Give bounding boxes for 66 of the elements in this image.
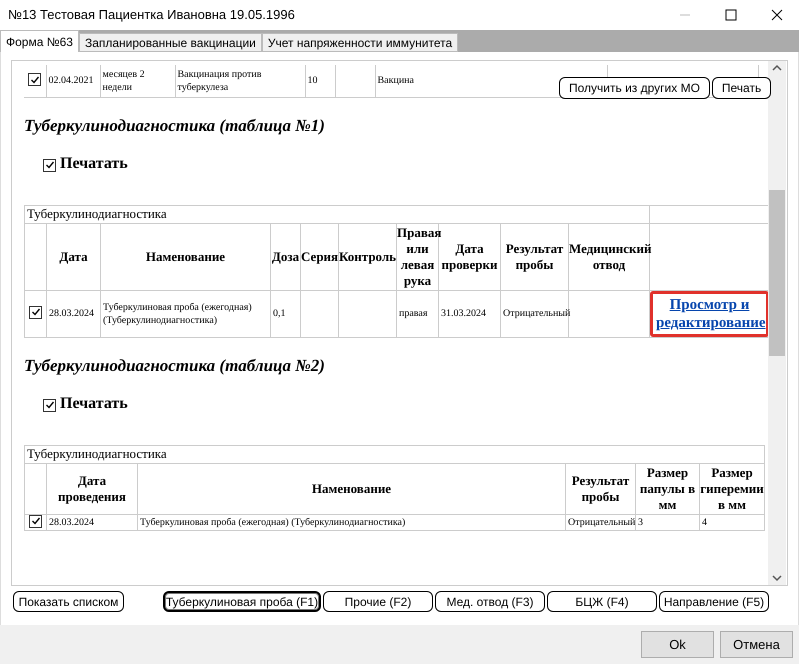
column-header: Размер гиперемии в мм (700, 464, 764, 512)
filter-button[interactable]: Показать списком (13, 591, 124, 612)
column-header: Размер папулы в мм (640, 464, 696, 512)
column-header: Доза (272, 248, 300, 264)
checkbox[interactable] (29, 306, 42, 319)
column-header: Медицинский отвод (569, 240, 652, 272)
column-header: Дата (59, 248, 88, 264)
view-edit-link[interactable]: Просмотр и редактирование (650, 290, 768, 336)
column-header: Результат пробы (572, 472, 630, 504)
column-header: Контроль (339, 248, 396, 264)
table-cell: 28.03.2024 (49, 516, 94, 528)
table-cell: 3 (638, 516, 643, 528)
section-heading: Туберкулинодиагностика (таблица №2) (24, 356, 325, 376)
table-caption: Туберкулинодиагностика (27, 446, 167, 460)
table-cell: Туберкулиновая проба (ежегодная) (Туберкулинодиагностика) (140, 516, 406, 528)
column-header: Наменование (146, 248, 226, 264)
table-cell: Вакцина (378, 75, 414, 86)
filter-button[interactable]: БЦЖ (F4) (547, 591, 657, 612)
column-header: Дата проверки (442, 240, 498, 272)
table-cell: правая (399, 308, 428, 319)
table-caption: Туберкулинодиагностика (27, 206, 167, 220)
checkbox[interactable] (43, 398, 56, 412)
tab[interactable]: Учет напряженности иммунитета (262, 33, 458, 52)
print-label: Печатать (60, 156, 128, 172)
column-header: Серия (301, 248, 338, 264)
table-cell: Вакцинация против туберкулеза (178, 68, 262, 93)
column-header: Наменование (312, 480, 392, 496)
filter-button[interactable]: Направление (F5) (659, 591, 769, 612)
tab[interactable]: Запланированные вакцинации (78, 33, 262, 52)
overlay-button[interactable]: Получить из других МО (559, 77, 710, 99)
table-cell: 0,1 (273, 308, 286, 319)
table-cell: 28.03.2024 (49, 308, 94, 319)
checkmark-icon (30, 307, 40, 318)
checkmark-icon (44, 400, 54, 410)
filter-button[interactable]: Прочие (F2) (323, 591, 433, 612)
dialog-button[interactable]: Ok (641, 631, 714, 658)
maximize-icon[interactable] (725, 9, 737, 21)
scroll-up-icon[interactable] (772, 64, 782, 72)
checkbox[interactable] (28, 73, 42, 86)
print-label: Печатать (60, 396, 128, 412)
table-cell: 4 (702, 516, 707, 528)
table-cell: Отрицательный (568, 516, 636, 528)
checkmark-icon (44, 160, 54, 170)
column-header: Правая или левая рука (397, 224, 442, 288)
checkbox[interactable] (43, 158, 56, 172)
checkbox[interactable] (29, 514, 42, 528)
tab[interactable]: Форма №63 (0, 30, 79, 52)
column-header: Результат пробы (506, 240, 564, 272)
filter-button[interactable]: Туберкулиновая проба (F1) (163, 591, 321, 612)
section-heading: Туберкулинодиагностика (таблица №1) (24, 116, 325, 136)
table-cell: 10 (308, 75, 318, 86)
table-cell: Туберкулиновая проба (ежегодная) (Туберкулинодиагностика) (103, 302, 252, 326)
dialog-button[interactable]: Отмена (720, 631, 793, 658)
overlay-button[interactable]: Печать (712, 77, 772, 99)
table-cell: Отрицательный (503, 308, 570, 319)
scrollbar[interactable] (768, 61, 786, 585)
checkmark-icon (30, 516, 40, 526)
column-header: Дата проведения (58, 472, 126, 504)
table-cell: 02.04.2021 (48, 75, 94, 86)
scroll-down-icon[interactable] (772, 574, 782, 582)
table-cell: месяцев 2 недели (102, 68, 145, 93)
checkmark-icon (30, 74, 40, 84)
window-title: №13 Тестовая Пациентка Ивановна 19.05.1996 (8, 6, 296, 24)
close-icon[interactable] (771, 9, 783, 21)
filter-button[interactable]: Мед. отвод (F3) (435, 591, 545, 612)
table-cell: 31.03.2024 (441, 308, 486, 319)
